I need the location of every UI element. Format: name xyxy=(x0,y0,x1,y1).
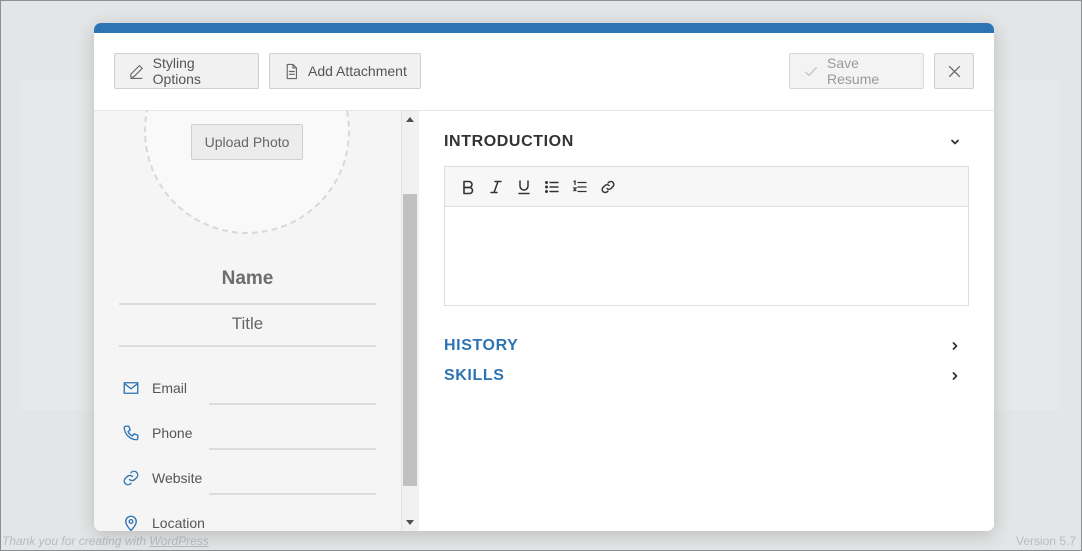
styling-options-label: Styling Options xyxy=(152,55,201,87)
phone-underline xyxy=(209,418,376,450)
italic-button[interactable] xyxy=(487,178,505,196)
chevron-right-icon xyxy=(952,372,958,380)
email-label: Email xyxy=(152,380,188,396)
numbered-list-icon xyxy=(572,179,587,192)
editor-toolbar xyxy=(445,167,968,207)
phone-icon xyxy=(123,425,139,441)
styling-options-button[interactable]: Styling Options xyxy=(114,53,259,89)
location-label: Location xyxy=(152,515,205,531)
scroll-thumb[interactable] xyxy=(403,194,417,486)
email-underline xyxy=(209,373,376,405)
version-text: Version 5.7 xyxy=(1015,534,1076,548)
email-field[interactable]: Email xyxy=(122,373,376,405)
italic-icon xyxy=(490,180,502,193)
name-field[interactable]: Name xyxy=(119,261,376,305)
introduction-textarea[interactable] xyxy=(445,207,968,305)
upload-photo-button[interactable]: Upload Photo xyxy=(191,124,303,160)
modal-accent-bar xyxy=(94,23,994,33)
add-attachment-button[interactable]: Add Attachment xyxy=(269,53,421,89)
footer-credit: Thank you for creating with WordPress xyxy=(2,534,209,548)
add-attachment-label: Add Attachment xyxy=(308,63,407,79)
chevron-down-icon xyxy=(951,139,959,145)
pencil-icon xyxy=(130,64,143,79)
save-resume-label: Save Resume xyxy=(827,55,880,87)
save-resume-button[interactable]: Save Resume xyxy=(789,53,924,89)
resume-editor-modal: Styling Options Add Attachment Save Resu… xyxy=(94,23,994,531)
introduction-editor xyxy=(444,166,969,306)
chevron-right-icon xyxy=(952,342,958,350)
sections-pane: INTRODUCTION HISTORY SKILLS xyxy=(419,111,994,531)
underline-icon xyxy=(518,179,530,194)
profile-pane: Upload Photo Name Title Email Phone Webs… xyxy=(94,111,402,531)
bold-icon xyxy=(463,180,474,194)
bold-button[interactable] xyxy=(459,178,477,196)
location-pin-icon xyxy=(125,515,137,531)
numbered-list-button[interactable] xyxy=(571,178,589,196)
underline-button[interactable] xyxy=(515,178,533,196)
website-underline xyxy=(209,463,376,495)
introduction-section-header[interactable]: INTRODUCTION xyxy=(444,133,969,155)
footer-text: Thank you for creating with xyxy=(2,534,150,548)
close-icon xyxy=(948,65,960,77)
location-field[interactable]: Location xyxy=(122,508,376,531)
mail-icon xyxy=(123,382,139,394)
website-label: Website xyxy=(152,470,203,486)
website-field[interactable]: Website xyxy=(122,463,376,495)
link-icon xyxy=(123,470,139,486)
wordpress-link[interactable]: WordPress xyxy=(149,534,208,548)
phone-field[interactable]: Phone xyxy=(122,418,376,450)
introduction-title: INTRODUCTION xyxy=(444,133,574,150)
history-title: HISTORY xyxy=(444,337,519,354)
scroll-down-arrow[interactable] xyxy=(406,520,414,525)
scroll-up-arrow[interactable] xyxy=(406,117,414,122)
skills-title: SKILLS xyxy=(444,367,505,384)
bullet-list-button[interactable] xyxy=(543,178,561,196)
check-icon xyxy=(805,66,817,76)
document-icon xyxy=(286,63,298,79)
close-button[interactable] xyxy=(934,53,974,89)
link-icon xyxy=(601,180,615,193)
bullet-list-icon xyxy=(545,180,559,193)
phone-label: Phone xyxy=(152,425,193,441)
title-field[interactable]: Title xyxy=(119,309,376,347)
link-button[interactable] xyxy=(599,178,617,196)
skills-section-header[interactable]: SKILLS xyxy=(444,367,969,389)
modal-header: Styling Options Add Attachment Save Resu… xyxy=(94,33,994,111)
profile-scrollbar[interactable] xyxy=(402,111,419,531)
history-section-header[interactable]: HISTORY xyxy=(444,337,969,359)
